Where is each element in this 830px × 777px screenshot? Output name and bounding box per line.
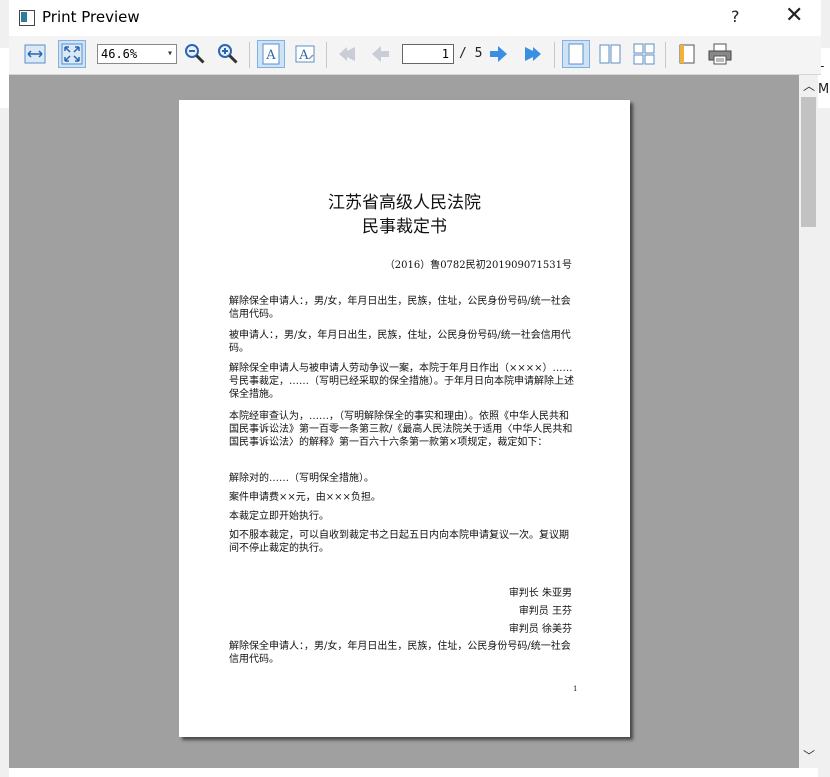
toolbar-separator <box>554 42 555 68</box>
paragraph: 本裁定立即开始执行。 <box>229 511 329 522</box>
signature-line: 审判长 朱亚男 <box>508 588 572 599</box>
all-pages-icon[interactable] <box>630 40 658 68</box>
app-icon <box>19 10 35 26</box>
page-setup-icon[interactable] <box>673 40 701 68</box>
fit-page-icon[interactable] <box>58 40 86 68</box>
paragraph: 解除保全申请人与被申请人劳动争议一案，本院于年月日作出（××××）……号民事裁定… <box>229 363 574 400</box>
help-button[interactable]: ? <box>731 7 740 26</box>
page-total: / 5 <box>459 46 483 61</box>
close-button[interactable]: ✕ <box>785 3 803 28</box>
paragraph: 案件申请费××元，由×××负担。 <box>229 492 381 503</box>
zoom-select[interactable]: 46.6% ▾ <box>97 44 177 64</box>
toolbar-separator <box>326 42 327 68</box>
document-page: 江苏省高级人民法院 民事裁定书 （2016）鲁0782民初20190907153… <box>179 100 630 737</box>
paragraph: 如不服本裁定，可以自收到裁定书之日起五日内向本院申请复议一次。复议期间不停止裁定… <box>229 530 569 554</box>
two-pages-icon[interactable] <box>596 40 624 68</box>
window-bottom-edge <box>9 768 818 777</box>
paragraph: 解除保全申请人：，男/女，年月日出生，民族，住址，公民身份号码/统一社会信用代码… <box>229 296 571 320</box>
svg-text:A: A <box>265 48 276 63</box>
window-title: Print Preview <box>42 8 140 26</box>
last-page-icon[interactable] <box>519 40 547 68</box>
paragraph: 解除对的……（写明保全措施）。 <box>229 473 374 484</box>
print-icon[interactable] <box>706 40 734 68</box>
fit-width-icon[interactable] <box>21 40 49 68</box>
paragraph: 本院经审查认为，……，（写明解除保全的事实和理由）。依照《中华人民共和国民事诉讼… <box>229 411 573 448</box>
background-text: M <box>818 82 830 97</box>
previous-page-icon[interactable] <box>366 40 394 68</box>
next-page-icon[interactable] <box>485 40 513 68</box>
zoom-in-icon[interactable] <box>214 40 242 68</box>
toolbar-separator <box>249 42 250 68</box>
vertical-scrollbar[interactable]: ︿ ﹀ <box>799 75 818 768</box>
scrollbar-thumb[interactable] <box>801 97 816 227</box>
single-page-icon[interactable] <box>562 40 590 68</box>
first-page-icon[interactable] <box>333 40 361 68</box>
case-number: （2016）鲁0782民初201909071531号 <box>384 260 572 271</box>
zoom-out-icon[interactable] <box>181 40 209 68</box>
portrait-icon[interactable]: A <box>257 40 285 68</box>
paragraph: 解除保全申请人：，男/女，年月日出生，民族，住址，公民身份号码/统一社会信用代码… <box>229 641 571 665</box>
scroll-down-icon[interactable]: ﹀ <box>803 747 815 764</box>
scroll-up-icon[interactable]: ︿ <box>803 77 815 94</box>
document-type: 民事裁定书 <box>362 217 447 237</box>
background-window-left <box>0 48 9 108</box>
toolbar-separator <box>665 42 666 68</box>
chevron-down-icon: ▾ <box>166 48 173 59</box>
paragraph: 被申请人：，男/女，年月日出生，民族，住址，公民身份号码/统一社会信用代码。 <box>229 330 571 354</box>
document-content: 江苏省高级人民法院 民事裁定书 （2016）鲁0782民初20190907153… <box>179 100 630 737</box>
landscape-icon[interactable]: A <box>291 40 319 68</box>
zoom-value: 46.6% <box>101 47 138 61</box>
title-bar: Print Preview ? ✕ <box>9 0 821 36</box>
court-name: 江苏省高级人民法院 <box>328 193 481 213</box>
signature-line: 审判员 徐美芬 <box>508 624 572 635</box>
signature-line: 审判员 王芬 <box>518 606 572 617</box>
page-number: 1 <box>573 685 578 693</box>
svg-text:A: A <box>298 48 309 63</box>
toolbar: 46.6% ▾ A A 1 / 5 <box>9 36 821 75</box>
page-number-input[interactable]: 1 <box>402 44 454 64</box>
